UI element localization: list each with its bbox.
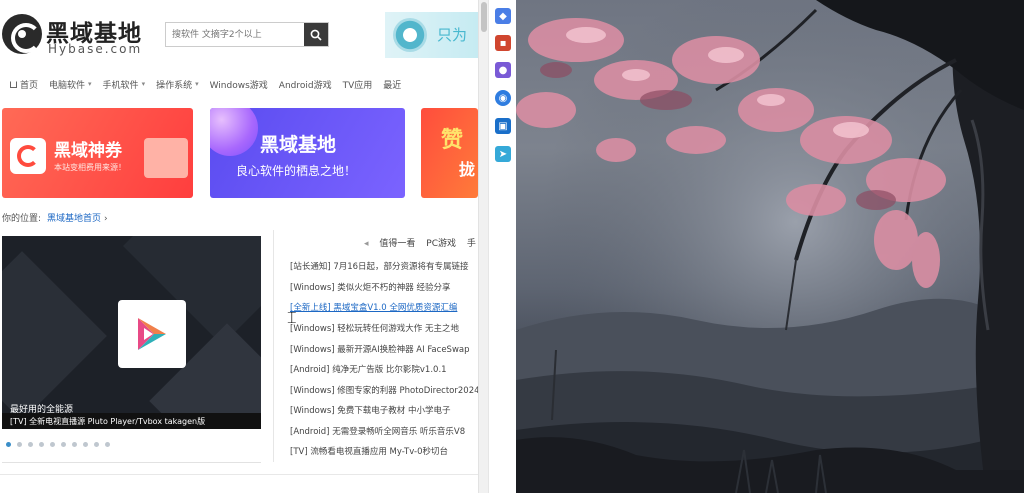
browser-page: 黑域基地 Hybase.com 只为 首页 电脑软件▾ 手机软件▾ 操作系统▾ … [0, 0, 478, 493]
news-item[interactable]: [站长通知] 7月16日起，部分资源将有专属链接 [290, 260, 478, 272]
slider-description[interactable]: [TV] 全新电视直播源 Pluto Player/Tvbox takagen版 [10, 416, 205, 427]
slider-dot[interactable] [39, 442, 44, 447]
gift-box-icon [144, 138, 188, 178]
news-item[interactable]: [Windows] 免费下载电子教材 中小学电子 [290, 404, 478, 416]
nav-label: Android游戏 [278, 80, 332, 91]
featured-slider[interactable]: 最好用的全能源 [2, 236, 261, 429]
tag-icon[interactable]: ◆ [495, 8, 511, 24]
nav-label: 操作系统 [156, 80, 193, 91]
desktop-wallpaper [516, 0, 1024, 493]
bubble-decoration-icon [210, 108, 258, 156]
person-icon[interactable]: ● [495, 62, 511, 78]
news-panel: ◂ 值得一看 PC游戏 手 [站长通知] 7月16日起，部分资源将有专属链接 [… [273, 230, 478, 462]
divider [0, 474, 478, 475]
breadcrumb-prefix: 你的位置: [2, 214, 42, 224]
ad3-subtitle: 拢 [459, 160, 476, 179]
news-item[interactable]: [Windows] 修图专家的利器 PhotoDirector2024 [290, 384, 478, 396]
logo-swirl-icon [2, 14, 42, 54]
search-button[interactable] [304, 23, 328, 46]
divider [2, 462, 261, 463]
nav-label: 手机软件 [102, 80, 139, 91]
ad-banner-hybase[interactable]: 黑域基地 良心软件的栖息之地！ [210, 108, 405, 198]
nav-item-pc-software[interactable]: 电脑软件 ▾ [49, 78, 92, 91]
nav-label: Windows游戏 [209, 80, 268, 91]
news-item[interactable]: [TV] 流畅看电视直播应用 My-Tv-0秒切台 [290, 445, 478, 457]
slider-pagination [6, 442, 116, 447]
search-input[interactable] [166, 23, 304, 46]
nav-item-tv-apps[interactable]: TV应用 [343, 78, 373, 91]
top-banner-text: 只为 [437, 26, 468, 44]
tabs-prev-icon[interactable]: ◂ [364, 239, 369, 249]
nav-item-recent[interactable]: 最近 [383, 78, 401, 91]
slider-dot[interactable] [50, 442, 55, 447]
ad1-title: 黑域神券 [54, 141, 122, 161]
tab-worth-reading[interactable]: 值得一看 [379, 239, 415, 249]
slider-dot[interactable] [83, 442, 88, 447]
nav-item-android-games[interactable]: Android游戏 [279, 78, 332, 91]
tab-pc-games[interactable]: PC游戏 [426, 239, 456, 249]
scrollbar-thumb[interactable] [481, 2, 487, 32]
news-item[interactable]: [Windows] 类似火炬不朽的神器 经验分享 [290, 281, 478, 293]
text-cursor-icon: ⌶ [287, 308, 297, 327]
briefcase-icon[interactable]: ▪ [495, 35, 511, 51]
chevron-down-icon: ▾ [195, 80, 199, 88]
top-banner-ad[interactable]: 只为 [385, 12, 478, 58]
home-icon [10, 80, 17, 88]
nav-item-home[interactable]: 首页 [10, 78, 38, 91]
ad2-title: 黑域基地 [260, 134, 337, 156]
coupon-logo-icon [10, 138, 46, 174]
site-logo[interactable]: 黑域基地 Hybase.com [2, 12, 142, 56]
news-item[interactable]: [Android] 纯净无广告版 比尔影院v1.0.1 [290, 363, 478, 375]
send-icon[interactable]: ➤ [495, 146, 511, 162]
nav-label: 电脑软件 [49, 80, 86, 91]
outlook-icon[interactable]: ▣ [495, 118, 511, 134]
slider-dot[interactable] [6, 442, 11, 447]
slider-dot[interactable] [28, 442, 33, 447]
play-app-icon [118, 300, 186, 368]
chevron-down-icon: ▾ [88, 80, 92, 88]
copilot-icon[interactable]: ◉ [495, 90, 511, 106]
logo-subtitle: Hybase.com [48, 42, 143, 56]
news-item[interactable]: [全新上线] 黑域宝盒V1.0 全网优质资源汇编 [290, 301, 478, 313]
main-nav: 首页 电脑软件 ▾ 手机软件 ▾ 操作系统 ▾ Windows游戏 Android游戏… [0, 72, 478, 96]
slider-dot[interactable] [17, 442, 22, 447]
slider-dot[interactable] [105, 442, 110, 447]
ad1-subtitle: 本站变相费用来源！ [54, 163, 126, 172]
chevron-down-icon: ▾ [141, 80, 146, 88]
slider-description-bar: [TV] 全新电视直播源 Pluto Player/Tvbox takagen版 [2, 413, 261, 429]
search-icon [310, 29, 322, 41]
breadcrumb-home-link[interactable]: 黑域基地首页 [47, 214, 101, 224]
ad-banner-sponsor[interactable]: 赞 拢 [421, 108, 478, 198]
search-box [165, 22, 329, 47]
tab-mobile[interactable]: 手 [467, 239, 476, 249]
banner-swirl-icon [393, 18, 427, 52]
ad-banner-coupons[interactable]: 黑域神券 本站变相费用来源！ [2, 108, 193, 198]
news-item[interactable]: [Windows] 轻松玩转任何游戏大作 无主之地 [290, 322, 478, 334]
ad2-subtitle: 良心软件的栖息之地！ [236, 164, 357, 178]
slider-dot[interactable] [72, 442, 77, 447]
slider-dot[interactable] [61, 442, 66, 447]
slider-dot[interactable] [94, 442, 99, 447]
nav-item-os[interactable]: 操作系统 ▾ [156, 78, 199, 91]
nav-item-mobile-software[interactable]: 手机软件 ▾ [103, 78, 146, 91]
news-tabs: ◂ 值得一看 PC游戏 手 [364, 236, 476, 249]
page-scrollbar[interactable] [478, 0, 488, 493]
ad3-title: 赞 [441, 128, 464, 153]
nav-label: 最近 [383, 80, 402, 91]
news-item[interactable]: [Android] 无需登录畅听全网音乐 听乐音乐V8 [290, 425, 478, 437]
cherry-blossom-scene [516, 0, 1024, 493]
nav-label: 首页 [20, 80, 39, 91]
breadcrumb-separator: › [103, 214, 108, 224]
news-item[interactable]: [Windows] 最新开源AI换脸神器 AI FaceSwap [290, 343, 478, 355]
breadcrumb: 你的位置: 黑域基地首页 › [2, 211, 108, 224]
nav-label: TV应用 [342, 80, 373, 91]
nav-item-windows-games[interactable]: Windows游戏 [210, 78, 268, 91]
browser-sidebar: ◆ ▪ ● ◉ ▣ ➤ [488, 0, 516, 493]
